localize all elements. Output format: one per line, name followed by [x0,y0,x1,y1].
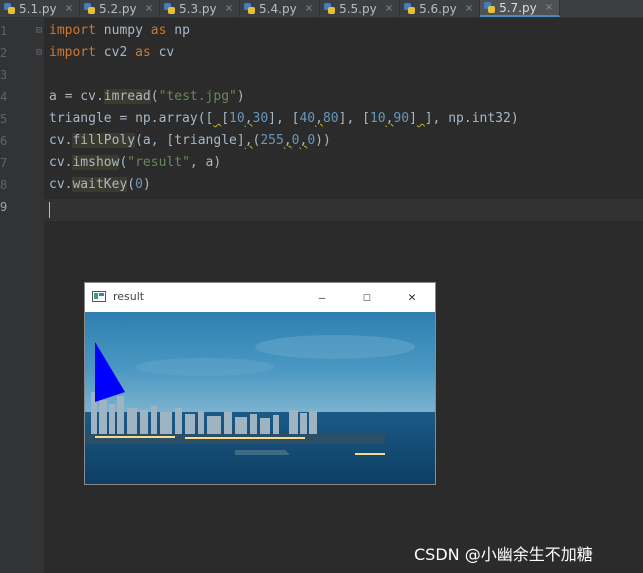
code-line-1: import numpy as np [49,23,190,38]
tab-label: 5.6.py [419,1,457,16]
python-file-icon [164,3,176,14]
close-button[interactable]: ✕ [392,285,432,309]
tab-5-2[interactable]: 5.2.py × [80,0,161,17]
line-number: 6 [0,134,8,148]
tab-label: 5.7.py [499,0,537,15]
tab-5-1[interactable]: 5.1.py × [0,0,81,17]
fold-marker-icon[interactable]: ⊟ [36,20,42,42]
close-icon[interactable]: × [145,3,153,14]
text-cursor [49,202,50,218]
close-icon[interactable]: × [465,3,473,14]
opencv-result-window[interactable]: result — ☐ ✕ [84,282,436,485]
close-icon[interactable]: × [545,2,553,13]
harbor-pier [235,450,290,455]
tab-5-7[interactable]: 5.7.py × [480,0,561,17]
python-file-icon [404,3,416,14]
minimize-button[interactable]: — [302,285,342,309]
code-line-2: import cv2 as cv [49,45,175,60]
line-number: 2 [0,46,8,60]
csdn-watermark: CSDN @小幽余生不加糖 [414,545,593,564]
cloud [135,358,275,376]
tab-5-6[interactable]: 5.6.py × [400,0,481,17]
current-line-highlight [44,199,643,221]
code-line-8: cv.waitKey(0) [49,177,151,192]
window-titlebar[interactable]: result — ☐ ✕ [85,283,435,311]
tab-label: 5.4.py [259,1,297,16]
line-number: 9 [0,200,8,214]
code-line-5: triangle = np.array([ [10,30], [40,80], … [49,111,519,126]
tab-label: 5.3.py [179,1,217,16]
result-image [85,312,435,484]
python-file-icon [84,3,96,14]
tab-label: 5.2.py [99,1,137,16]
close-icon[interactable]: × [305,3,313,14]
line-number-gutter: 1 2 3 4 5 6 7 8 9 ⊟ ⊟ [0,18,44,573]
python-file-icon [324,3,336,14]
tab-label: 5.5.py [339,1,377,16]
line-number: 1 [0,24,8,38]
line-number: 5 [0,112,8,126]
tab-5-3[interactable]: 5.3.py × [160,0,241,17]
close-icon[interactable]: × [225,3,233,14]
line-number: 7 [0,156,8,170]
close-icon[interactable]: × [65,3,73,14]
tab-5-5[interactable]: 5.5.py × [320,0,401,17]
python-file-icon [244,3,256,14]
code-line-7: cv.imshow("result", a) [49,155,222,170]
cloud [255,335,415,359]
tab-label: 5.1.py [19,1,57,16]
fold-marker-icon[interactable]: ⊟ [36,42,42,64]
tab-5-4[interactable]: 5.4.py × [240,0,321,17]
line-number: 3 [0,68,8,82]
window-title: result [113,290,145,303]
close-icon[interactable]: × [385,3,393,14]
editor-tab-bar: 5.1.py × 5.2.py × 5.3.py × 5.4.py × 5.5.… [0,0,643,18]
python-file-icon [4,3,15,14]
window-app-icon [92,291,106,302]
line-number: 8 [0,178,8,192]
maximize-button[interactable]: ☐ [347,285,387,309]
code-line-4: a = cv.imread("test.jpg") [49,89,245,104]
code-line-6: cv.fillPoly(a, [triangle],(255,0,0)) [49,133,331,148]
line-number: 4 [0,90,8,104]
python-file-icon [484,2,496,13]
